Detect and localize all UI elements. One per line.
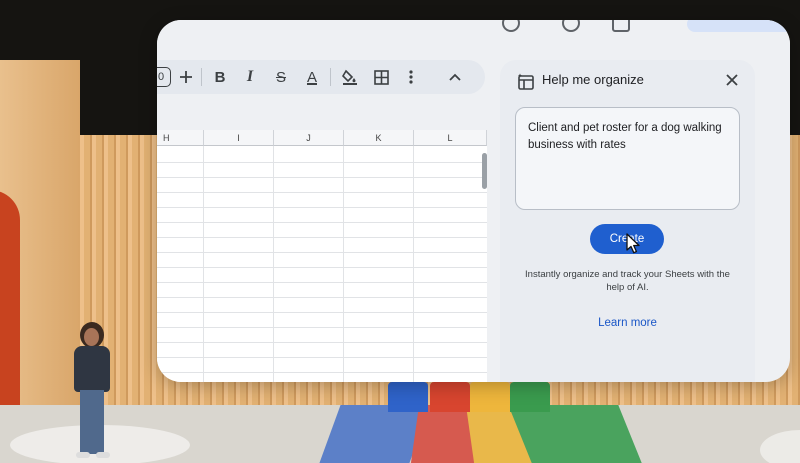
floor-stripe-green (508, 405, 642, 463)
bold-button[interactable]: B (208, 65, 232, 89)
grid-row-line (157, 237, 487, 238)
column-header-k[interactable]: K (344, 130, 414, 146)
grid-row-line (157, 342, 487, 343)
app-top-bar (157, 20, 790, 52)
spreadsheet-grid[interactable]: H I J K L (157, 130, 487, 382)
history-icon[interactable] (562, 20, 580, 32)
column-header-h[interactable]: H (157, 130, 204, 146)
chevron-up-icon[interactable] (443, 65, 467, 89)
presenter-face (84, 328, 99, 346)
presenter-shoe (96, 452, 110, 458)
grid-column-line (413, 146, 414, 382)
presenter-shoe (76, 452, 90, 458)
font-size-field[interactable]: 0 (157, 67, 171, 87)
vertical-scrollbar[interactable] (482, 153, 487, 189)
text-color-button[interactable]: A (300, 65, 324, 89)
panel-title: Help me organize (542, 72, 644, 87)
grid-row-line (157, 282, 487, 283)
grid-row-line (157, 297, 487, 298)
italic-button[interactable]: I (238, 65, 262, 89)
close-icon[interactable] (721, 69, 743, 91)
presenter (68, 322, 118, 462)
formatting-toolbar: 0 B I S A (157, 60, 485, 94)
presenter-jacket (74, 346, 110, 392)
grid-column-line (273, 146, 274, 382)
grid-row-line (157, 222, 487, 223)
toolbar-divider (330, 68, 331, 86)
borders-icon[interactable] (369, 65, 393, 89)
more-vert-icon[interactable] (399, 65, 423, 89)
table-sparkle-icon (517, 73, 535, 91)
grid-row-line (157, 177, 487, 178)
column-header-l[interactable]: L (414, 130, 487, 146)
pillar-blue (388, 382, 428, 412)
column-header-i[interactable]: I (204, 130, 274, 146)
learn-more-link[interactable]: Learn more (500, 317, 755, 329)
grid-column-line (343, 146, 344, 382)
paint-bucket-icon[interactable] (338, 65, 362, 89)
help-me-organize-panel: Help me organize Client and pet roster f… (500, 60, 755, 382)
prompt-input[interactable]: Client and pet roster for a dog walking … (515, 107, 740, 210)
red-arch (0, 190, 20, 430)
sheets-app-window: 0 B I S A H I J K L Help me organize Cli… (157, 20, 790, 382)
strikethrough-button[interactable]: S (269, 65, 293, 89)
presenter-jeans (80, 390, 104, 454)
grid-column-line (203, 146, 204, 382)
panel-description: Instantly organize and track your Sheets… (525, 269, 730, 293)
mouse-cursor-icon (625, 233, 643, 255)
share-button[interactable] (687, 20, 790, 32)
grid-row-line (157, 192, 487, 193)
grid-row-line (157, 372, 487, 373)
grid-row-line (157, 207, 487, 208)
grid-row-line (157, 162, 487, 163)
plus-icon[interactable] (174, 65, 198, 89)
pillar-red (430, 382, 470, 412)
grid-row-line (157, 312, 487, 313)
grid-row-line (157, 267, 487, 268)
pillar-green (510, 382, 550, 412)
grid-row-line (157, 327, 487, 328)
grid-row-line (157, 357, 487, 358)
comment-icon[interactable] (612, 20, 630, 32)
account-icon[interactable] (502, 20, 520, 32)
grid-row-line (157, 252, 487, 253)
toolbar-divider (201, 68, 202, 86)
pillar-yellow (470, 382, 510, 412)
column-header-j[interactable]: J (274, 130, 344, 146)
